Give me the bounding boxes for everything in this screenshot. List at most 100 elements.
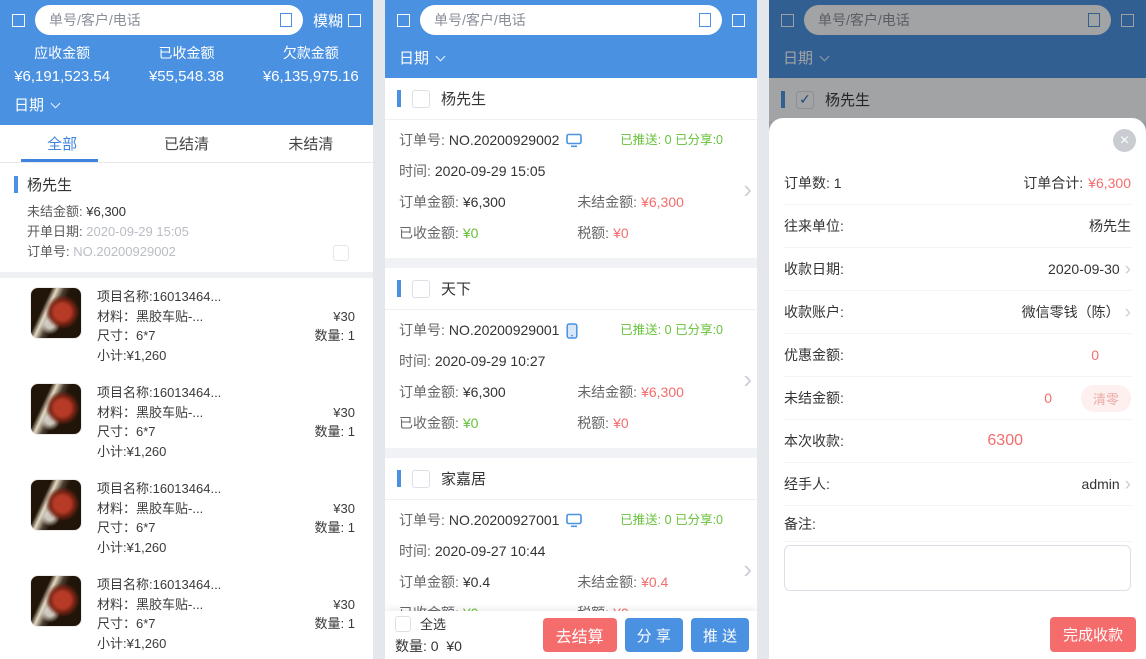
order-customer: 家嘉居 — [441, 468, 486, 489]
row-handler[interactable]: 经手人: admin› — [784, 463, 1131, 506]
receive-date-value: 2020-09-30 — [1048, 261, 1120, 277]
item-price: ¥30 — [281, 307, 355, 327]
row-unsettled: 未结金额: 0清零 — [784, 377, 1131, 420]
fuzzy-label: 模糊 — [313, 10, 343, 31]
search-input[interactable] — [49, 12, 271, 28]
stat-received: 已收金额 ¥55,548.38 — [124, 43, 248, 85]
subtotal-value: ¥1,260 — [127, 348, 167, 363]
monitor-icon — [566, 133, 582, 148]
order-count: 1 — [834, 175, 842, 191]
tab-unsettled[interactable]: 未结清 — [249, 125, 373, 162]
menu-icon[interactable] — [12, 14, 25, 27]
product-thumbnail — [30, 287, 82, 339]
order-no: NO.20200929002 — [449, 130, 560, 151]
row-remark: 备注: — [784, 506, 1131, 542]
order-time: 2020-09-27 10:44 — [435, 541, 546, 562]
accent-bar — [397, 280, 401, 297]
left-header: 模糊 应收金额 ¥6,191,523.54 已收金额 ¥55,548.38 欠款… — [0, 0, 373, 125]
list-item[interactable]: 项目名称:16013464... 材料：黑胶车贴-... 尺寸：6*7 小计:¥… — [0, 470, 373, 566]
order-checkbox[interactable] — [412, 470, 430, 488]
status-tabs: 全部 已结清 未结清 — [0, 125, 373, 163]
list-item[interactable]: 项目名称:16013464... 材料：黑胶车贴-... 尺寸：6*7 小计:¥… — [0, 566, 373, 659]
party-value: 杨先生 — [1089, 216, 1131, 236]
order-checkbox[interactable] — [412, 90, 430, 108]
handler-value: admin — [1082, 476, 1120, 492]
row-account[interactable]: 收款账户: 微信零钱（陈）› — [784, 291, 1131, 334]
list-item[interactable]: 项目名称:16013464... 材料：黑胶车贴-... 尺寸：6*7 小计:¥… — [0, 278, 373, 374]
material-value: 黑胶车贴-... — [136, 309, 203, 324]
row-amount[interactable]: 本次收款: 6300 — [784, 420, 1131, 463]
item-name: 项目名称:16013464... — [97, 383, 281, 403]
order-card[interactable]: 订单号: NO.20200929002 已推送: 0 已分享:0 时间: 202… — [385, 120, 757, 258]
order-no-value: NO.20200929002 — [73, 244, 176, 259]
date-filter[interactable]: 日期 — [0, 87, 373, 125]
item-name: 项目名称:16013464... — [97, 479, 281, 499]
scan-icon[interactable] — [280, 13, 292, 27]
stats-bar: 应收金额 ¥6,191,523.54 已收金额 ¥55,548.38 欠款金额 … — [0, 40, 373, 87]
order-no-label: 订单号: — [27, 244, 70, 259]
receive-amount-value[interactable]: 6300 — [987, 432, 1023, 450]
search-input[interactable] — [434, 12, 690, 28]
customer-checkbox[interactable] — [333, 245, 349, 261]
scan-icon[interactable] — [699, 13, 711, 27]
discount-value[interactable]: 0 — [1091, 347, 1099, 363]
customer-name: 杨先生 — [27, 174, 72, 195]
date-filter[interactable]: 日期 — [385, 40, 757, 78]
row-party: 往来单位: 杨先生 — [784, 205, 1131, 248]
settle-button[interactable]: 去结算 — [543, 618, 617, 652]
list-item[interactable]: 项目名称:16013464... 材料：黑胶车贴-... 尺寸：6*7 小计:¥… — [0, 374, 373, 470]
qty-value: 1 — [348, 328, 355, 343]
tab-settled[interactable]: 已结清 — [124, 125, 248, 162]
order-card[interactable]: 订单号: NO.20200929001 已推送: 0 已分享:0 时间: 202… — [385, 310, 757, 448]
order-group: 天下 订单号: NO.20200929001 已推送: 0 已分享:0 时间: … — [385, 268, 757, 448]
product-thumbnail — [30, 575, 82, 627]
panel-receivables: 模糊 应收金额 ¥6,191,523.54 已收金额 ¥55,548.38 欠款… — [0, 0, 373, 659]
item-name: 项目名称:16013464... — [97, 575, 281, 595]
panel-orders: 日期 杨先生 订单号: NO.20200929002 已推送: 0 已分享:0 … — [385, 0, 757, 659]
footer-qty: 0 — [431, 638, 439, 654]
menu-icon[interactable] — [397, 14, 410, 27]
row-discount[interactable]: 优惠金额: 0 — [784, 334, 1131, 377]
chevron-down-icon — [51, 98, 61, 108]
order-total: ¥6,300 — [1088, 175, 1131, 191]
fuzzy-toggle-icon — [348, 14, 361, 27]
row-receive-date[interactable]: 收款日期: 2020-09-30› — [784, 248, 1131, 291]
finish-receive-button[interactable]: 完成收款 — [1050, 617, 1136, 652]
clear-zero-badge[interactable]: 清零 — [1081, 385, 1131, 412]
unsettled-label: 未结金额: — [27, 204, 83, 219]
size-label: 尺寸： — [97, 328, 136, 343]
row-order-count: 订单数: 1 订单合计:¥6,300 — [784, 162, 1131, 205]
chevron-right-icon: › — [743, 556, 752, 582]
item-name: 项目名称:16013464... — [97, 287, 281, 307]
action-bar: 全选 数量: 0 ¥0 去结算 分 享 推 送 — [385, 611, 757, 659]
item-price: ¥30 — [281, 403, 355, 423]
accent-bar — [397, 470, 401, 487]
more-icon[interactable] — [732, 14, 745, 27]
order-time: 2020-09-29 15:05 — [435, 161, 546, 182]
chevron-right-icon: › — [1125, 260, 1131, 279]
select-all-checkbox[interactable] — [395, 616, 411, 632]
share-button[interactable]: 分 享 — [625, 618, 683, 652]
fuzzy-toggle[interactable]: 模糊 — [313, 10, 361, 31]
chevron-right-icon: › — [1125, 475, 1131, 494]
phone-icon — [566, 323, 578, 339]
open-date-value: 2020-09-29 15:05 — [86, 224, 189, 239]
remark-textarea[interactable] — [784, 545, 1131, 591]
accent-bar — [14, 176, 18, 193]
order-no: NO.20200927001 — [449, 510, 560, 531]
push-button[interactable]: 推 送 — [691, 618, 749, 652]
order-no: NO.20200929001 — [449, 320, 560, 341]
order-group: 杨先生 订单号: NO.20200929002 已推送: 0 已分享:0 时间:… — [385, 78, 757, 258]
stat-receivable: 应收金额 ¥6,191,523.54 — [0, 43, 124, 85]
material-label: 材料： — [97, 309, 136, 324]
tab-all[interactable]: 全部 — [0, 125, 124, 162]
open-date-label: 开单日期: — [27, 224, 83, 239]
product-thumbnail — [30, 383, 82, 435]
customer-card[interactable]: 杨先生 未结金额: ¥6,300 开单日期: 2020-09-29 15:05 … — [0, 163, 373, 272]
item-price: ¥30 — [281, 595, 355, 615]
order-checkbox[interactable] — [412, 280, 430, 298]
chevron-right-icon: › — [743, 366, 752, 392]
close-icon[interactable]: × — [1113, 129, 1136, 152]
product-thumbnail — [30, 479, 82, 531]
item-price: ¥30 — [281, 499, 355, 519]
